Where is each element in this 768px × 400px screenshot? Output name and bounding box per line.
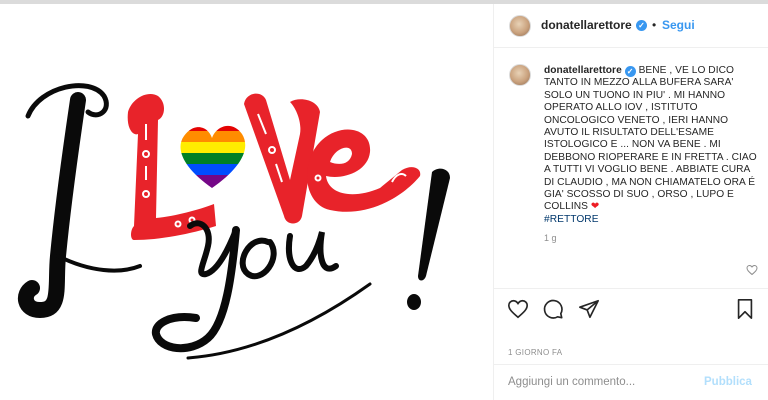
verified-badge-icon: ✓: [624, 66, 636, 77]
letter-v-red: [244, 93, 320, 224]
word-you: [151, 220, 372, 360]
comment-input[interactable]: Aggiungi un commento...: [508, 376, 635, 388]
heart-icon[interactable]: [507, 298, 529, 320]
actions-divider: [494, 288, 768, 289]
i-love-you-artwork: [17, 83, 450, 360]
verified-badge-icon: ✓: [636, 20, 647, 31]
comment-like-heart-icon[interactable]: [746, 264, 758, 276]
caption-body: BENE , VE LO DICO TANTO IN MEZZO ALLA BU…: [544, 65, 757, 213]
letter-e-red: [307, 129, 421, 212]
action-bar: [494, 294, 768, 324]
post-side-panel: donatellarettore ✓ • Segui donatellarett…: [494, 4, 768, 400]
comments-section: donatellarettore ✓ BENE , VE LO DICO TAN…: [494, 48, 768, 288]
hashtag-link[interactable]: #RETTORE: [544, 214, 599, 225]
instagram-post-view: donatellarettore ✓ • Segui donatellarett…: [0, 0, 768, 400]
rainbow-heart: [180, 125, 246, 188]
post-image[interactable]: [0, 4, 493, 400]
separator-dot: •: [652, 18, 657, 32]
caption-text: donatellarettore ✓ BENE , VE LO DICO TAN…: [544, 65, 758, 226]
exclamation-mark: [407, 168, 450, 310]
comment-icon[interactable]: [542, 298, 564, 320]
caption-username[interactable]: donatellarettore: [544, 65, 622, 76]
caption-avatar[interactable]: [509, 64, 531, 86]
letter-i: [17, 83, 142, 319]
post-date[interactable]: 1 GIORNO FA: [508, 348, 562, 357]
post-header: donatellarettore ✓ • Segui: [494, 4, 768, 48]
caption-time[interactable]: 1 g: [544, 233, 557, 243]
follow-button[interactable]: Segui: [662, 18, 695, 32]
bookmark-icon[interactable]: [734, 298, 756, 320]
publish-button[interactable]: Pubblica: [704, 376, 752, 388]
avatar[interactable]: [509, 15, 531, 37]
share-icon[interactable]: [578, 298, 600, 320]
comment-box-divider: [494, 364, 768, 365]
red-heart-emoji: ❤: [590, 201, 600, 213]
header-username[interactable]: donatellarettore: [541, 18, 632, 32]
